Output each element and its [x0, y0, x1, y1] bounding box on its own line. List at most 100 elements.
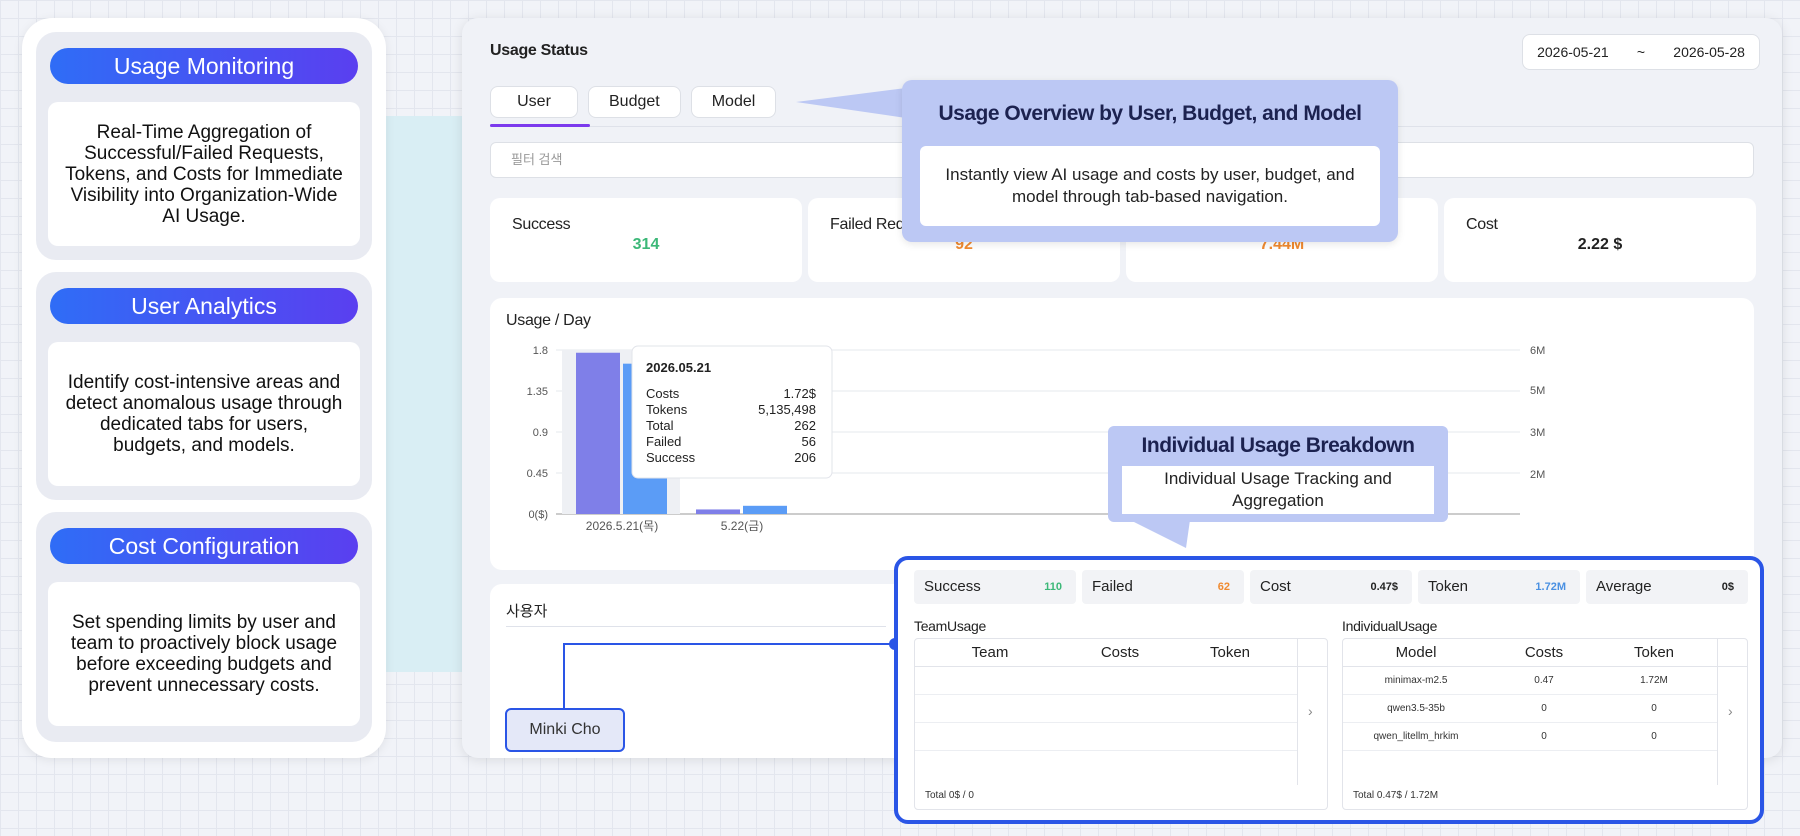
column-header: Token	[1633, 644, 1675, 661]
bar	[696, 509, 740, 514]
stat-label: Success	[924, 578, 981, 595]
stat-label: Cost	[1466, 216, 1498, 233]
tooltip-key: Tokens	[646, 402, 688, 417]
tab-budget[interactable]: Budget	[588, 86, 681, 118]
y2-tick-label: 3M	[1530, 427, 1545, 439]
user-select-field[interactable]	[506, 626, 886, 627]
tooltip-value: 262	[794, 418, 816, 433]
table-row[interactable]: qwen_litellm_hrkim 0 0	[1343, 723, 1717, 751]
user-section-label: 사용자	[506, 603, 548, 620]
feature-card-cost-configuration: Cost Configuration Set spending limits b…	[36, 512, 372, 742]
column-header: Model	[1395, 644, 1437, 661]
table-scroll-next[interactable]: ›	[1717, 639, 1747, 785]
table-header: Team Costs Token	[915, 639, 1327, 667]
bar	[576, 352, 620, 514]
y-tick-label: 0.9	[533, 427, 548, 439]
stat-value: 314	[632, 236, 660, 253]
tab-model[interactable]: Model	[690, 86, 777, 118]
chevron-right-icon: ›	[1308, 703, 1313, 719]
y-tick-label: 1.8	[533, 345, 548, 357]
model-costs: 0.47	[1534, 675, 1554, 686]
individual-usage-title: IndividualUsage	[1342, 618, 1438, 634]
background-accent	[380, 116, 470, 672]
table-row	[915, 695, 1297, 723]
stat-label: Token	[1428, 578, 1469, 595]
feature-description: Identify cost-intensive areas and detect…	[48, 342, 360, 486]
page-title: Usage Status	[490, 42, 588, 59]
y-tick-label: 0.45	[527, 468, 548, 480]
table-header: Model Costs Token	[1343, 639, 1747, 667]
stat-card-success: Success 314	[490, 198, 802, 282]
column-header: Costs	[1100, 644, 1140, 661]
tooltip-value: 5,135,498	[758, 402, 816, 417]
feature-title: Usage Monitoring	[50, 48, 358, 84]
column-header: Token	[1209, 644, 1251, 661]
stat-card-cost: Cost 2.22 $	[1444, 198, 1756, 282]
stat-value: 0.47$	[1370, 581, 1398, 593]
tooltip-value: 206	[794, 450, 816, 465]
date-separator: ~	[1636, 44, 1646, 60]
tab-bar: User Budget Model	[490, 86, 777, 118]
feature-title: Cost Configuration	[50, 528, 358, 564]
tooltip-date: 2026.05.21	[646, 360, 711, 375]
stat-label: Success	[512, 216, 571, 233]
detail-stat-failed: Failed 62	[1082, 570, 1244, 604]
model-name: minimax-m2.5	[1384, 675, 1448, 686]
feature-card-user-analytics: User Analytics Identify cost-intensive a…	[36, 272, 372, 500]
y2-tick-label: 5M	[1530, 385, 1545, 397]
detail-stat-token: Token 1.72M	[1418, 570, 1580, 604]
table-row	[915, 723, 1297, 751]
table-scroll-next[interactable]: ›	[1297, 639, 1327, 785]
active-tab-indicator	[490, 124, 590, 127]
tooltip-key: Total	[646, 418, 674, 433]
tooltip-key: Costs	[646, 386, 680, 401]
model-costs: 0	[1541, 731, 1547, 742]
y2-tick-label: 2M	[1530, 469, 1545, 481]
feature-card-usage-monitoring: Usage Monitoring Real-Time Aggregation o…	[36, 32, 372, 260]
callout-description: Instantly view AI usage and costs by use…	[920, 146, 1380, 226]
feature-panel: Usage Monitoring Real-Time Aggregation o…	[22, 18, 386, 758]
model-tokens: 1.72M	[1640, 675, 1668, 686]
team-usage-title: TeamUsage	[914, 618, 987, 634]
stat-value: 1.72M	[1535, 581, 1566, 593]
callout-individual-breakdown: Individual Usage Breakdown Individual Us…	[1108, 426, 1448, 522]
chevron-right-icon: ›	[1728, 703, 1733, 719]
bar	[743, 505, 787, 514]
date-start: 2026-05-21	[1537, 44, 1609, 60]
callout-title: Usage Overview by User, Budget, and Mode…	[938, 102, 1362, 125]
stat-value: 2.22 $	[1577, 236, 1623, 253]
date-range-picker[interactable]: 2026-05-21 ~ 2026-05-28	[1522, 34, 1760, 70]
model-costs: 0	[1541, 703, 1547, 714]
tab-user[interactable]: User	[490, 86, 578, 118]
feature-description: Real-Time Aggregation of Successful/Fail…	[48, 102, 360, 246]
callout-description: Individual Usage Tracking and Aggregatio…	[1122, 466, 1434, 514]
feature-description: Set spending limits by user and team to …	[48, 582, 360, 726]
tooltip-value: 56	[802, 434, 816, 449]
stat-label: Average	[1596, 578, 1652, 595]
stat-label: Failed	[1092, 578, 1133, 595]
stat-value: 110	[1044, 581, 1062, 593]
callout-usage-overview: Usage Overview by User, Budget, and Mode…	[902, 80, 1398, 242]
x-tick-label: 2026.5.21(목)	[586, 519, 658, 533]
detail-stat-average: Average 0$	[1586, 570, 1748, 604]
stat-label: Cost	[1260, 578, 1291, 595]
model-name: qwen3.5-35b	[1387, 703, 1445, 714]
user-chip-selected[interactable]: Minki Cho	[505, 708, 625, 752]
x-tick-label: 5.22(금)	[721, 519, 763, 533]
tooltip-value: 1.72$	[783, 386, 816, 401]
stat-label: Failed Req	[830, 216, 905, 233]
column-header: Costs	[1524, 644, 1564, 661]
stat-value: 0$	[1721, 581, 1734, 593]
callout-title: Individual Usage Breakdown	[1141, 434, 1415, 457]
table-row	[915, 667, 1297, 695]
feature-title: User Analytics	[50, 288, 358, 324]
table-total: Total 0$ / 0	[925, 790, 974, 801]
y-tick-label: 1.35	[527, 386, 548, 398]
model-name: qwen_litellm_hrkim	[1373, 731, 1459, 742]
tooltip-key: Success	[646, 450, 696, 465]
table-row[interactable]: minimax-m2.5 0.47 1.72M	[1343, 667, 1717, 695]
model-tokens: 0	[1651, 731, 1657, 742]
individual-usage-table: Model Costs Token minimax-m2.5 0.47 1.72…	[1342, 638, 1748, 810]
model-tokens: 0	[1651, 703, 1657, 714]
table-row[interactable]: qwen3.5-35b 0 0	[1343, 695, 1717, 723]
